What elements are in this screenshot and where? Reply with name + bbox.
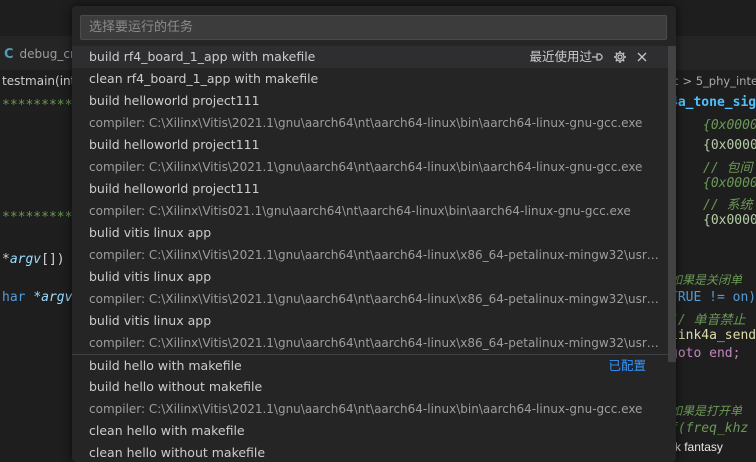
task-detail: compiler: C:\Xilinx\Vitis\2021.1\gnu\aar… <box>89 336 659 350</box>
code-line: 如果是关闭单 <box>670 273 743 287</box>
task-list: build rf4_board_1_app with makefile 最近使用… <box>72 46 668 462</box>
task-item[interactable]: build helloworld project111 compiler: C:… <box>72 178 668 222</box>
code-line: *argv[]) <box>2 252 65 267</box>
recently-used-label: 最近使用过 <box>529 49 592 64</box>
task-label: bulid vitis linux app <box>89 269 212 284</box>
task-label: bulid vitis linux app <box>89 313 212 328</box>
code-line: 4a_tone_sig <box>670 95 756 110</box>
task-item[interactable]: bulid vitis linux app compiler: C:\Xilin… <box>72 222 668 266</box>
scrollbar-thumb[interactable] <box>668 46 676 362</box>
editor-tab[interactable]: C debug_cr <box>0 40 80 68</box>
task-quick-pick: 选择要运行的任务 build rf4_board_1_app with make… <box>72 6 676 462</box>
editor-tab-label: debug_cr <box>19 47 75 61</box>
task-detail: compiler: C:\Xilinx\Vitis\2021.1\gnu\aar… <box>89 248 659 262</box>
task-label: build helloworld project111 <box>89 93 260 108</box>
task-label: build helloworld project111 <box>89 137 260 152</box>
code-line: 如果是打开单 <box>670 404 743 418</box>
code-line: link4a_send <box>670 328 756 343</box>
code-line: // 包间 <box>703 161 753 176</box>
task-item[interactable]: clean hello with makefile <box>72 420 668 442</box>
code-line: {0x0000 <box>703 118 756 133</box>
pin-icon[interactable] <box>589 49 605 65</box>
task-list-scrollbar[interactable] <box>668 46 676 462</box>
task-item[interactable]: build hello without makefile compiler: C… <box>72 376 668 420</box>
code-line: testmain(int, <box>2 74 80 88</box>
code-line: {0x0000 <box>703 213 756 228</box>
task-item[interactable]: clean hello without makefile <box>72 442 668 462</box>
code-line: // 系统 <box>703 198 753 213</box>
c-file-icon: C <box>4 46 14 62</box>
code-line: har *argv[ <box>2 290 81 305</box>
close-icon[interactable] <box>634 49 650 65</box>
configured-label: 已配置 <box>608 358 646 373</box>
task-search-input[interactable]: 选择要运行的任务 <box>80 15 667 40</box>
code-line: f(freq_khz <box>670 421 749 436</box>
task-detail: compiler: C:\Xilinx\Vitis\2021.1\gnu\aar… <box>89 292 659 306</box>
task-label: clean hello without makefile <box>89 445 266 460</box>
task-item[interactable]: bulid vitis linux app compiler: C:\Xilin… <box>72 266 668 310</box>
code-line: {0x0000 <box>703 176 756 191</box>
code-line: // 单音禁止 <box>670 313 746 328</box>
task-item[interactable]: build helloworld project111 compiler: C:… <box>72 134 668 178</box>
task-label: clean hello with makefile <box>89 423 245 438</box>
task-detail: compiler: C:\Xilinx\Vitis\2021.1\gnu\aar… <box>89 160 643 174</box>
task-label: clean rf4_board_1_app with makefile <box>89 71 319 86</box>
breadcrumb[interactable]: rc > 5_phy_inte <box>668 74 756 88</box>
code-line: {0x0000 <box>703 138 756 153</box>
task-item[interactable]: build rf4_board_1_app with makefile 最近使用… <box>72 46 668 68</box>
task-detail: compiler: C:\Xilinx\Vitis\2021.1\gnu\aar… <box>89 402 643 416</box>
task-item[interactable]: clean rf4_board_1_app with makefile <box>72 68 668 90</box>
task-label: build helloworld project111 <box>89 181 260 196</box>
task-label: build hello with makefile <box>89 358 242 373</box>
task-label: bulid vitis linux app <box>89 225 212 240</box>
task-detail: compiler: C:\Xilinx\Vitis021.1\gnu\aarch… <box>89 204 631 218</box>
task-item[interactable]: build hello with makefile 已配置 <box>72 355 668 377</box>
gear-icon[interactable] <box>612 49 628 65</box>
code-line: goto end; <box>670 346 741 361</box>
task-item[interactable]: build helloworld project111 compiler: C:… <box>72 90 668 134</box>
task-item[interactable]: bulid vitis linux app compiler: C:\Xilin… <box>72 310 668 354</box>
task-detail: compiler: C:\Xilinx\Vitis\2021.1\gnu\aar… <box>89 116 643 130</box>
task-label: build hello without makefile <box>89 379 263 394</box>
code-line: TRUE != on) <box>670 290 756 305</box>
